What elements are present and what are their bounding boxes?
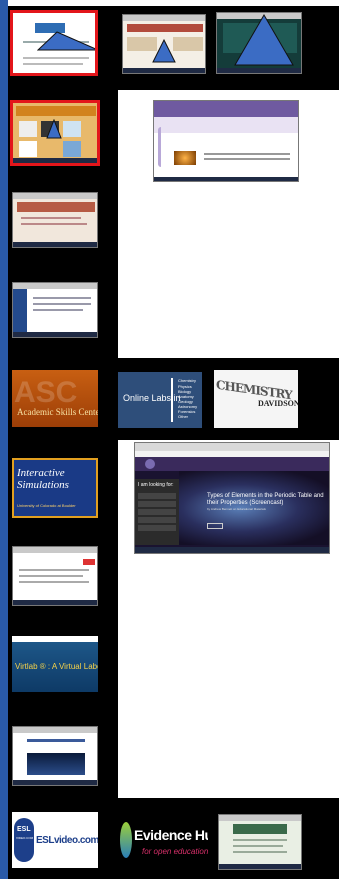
evidence-logo-icon xyxy=(120,822,132,858)
site-text-line xyxy=(33,309,83,311)
site-text-line xyxy=(23,57,89,59)
site-logo xyxy=(145,459,155,469)
online-labs-subject: Chemistry xyxy=(178,378,197,383)
browser-tabs xyxy=(135,443,329,451)
site-image xyxy=(19,141,37,157)
site-thumb-5[interactable] xyxy=(12,192,98,248)
site-sidebar xyxy=(13,289,27,333)
esl-badge-bottom: VIDEO.COM xyxy=(16,836,34,840)
sidebar-item[interactable] xyxy=(138,493,176,499)
site-text-line xyxy=(21,223,87,225)
taskbar xyxy=(154,177,298,181)
site-text-line xyxy=(27,739,85,742)
site-text-line xyxy=(173,37,203,51)
site-banner xyxy=(16,106,96,116)
site-image xyxy=(27,753,85,775)
triangle-marker-icon xyxy=(234,14,294,66)
page-header xyxy=(154,101,298,117)
taskbar xyxy=(135,547,329,553)
triangle-marker-icon xyxy=(152,39,176,63)
hero-subtitle: by Andrew Bennett on Educational Materia… xyxy=(207,507,266,511)
sidebar-heading: I am looking for: xyxy=(138,482,174,488)
interactive-title: Interactive Simulations xyxy=(17,467,69,491)
hero-button[interactable] xyxy=(207,523,223,529)
esl-label: ESLvideo.com xyxy=(36,835,98,846)
asc-label: Academic Skills Center xyxy=(17,407,98,417)
eslvideo-tile[interactable]: ESL VIDEO.COM ESLvideo.com xyxy=(12,812,98,868)
virtlab-label: Virtlab ® : A Virtual Laboratory xyxy=(15,662,98,671)
virtlab-strip xyxy=(12,636,98,642)
site-text-line xyxy=(233,839,287,841)
site-text-line xyxy=(33,297,91,299)
sidebar-item[interactable] xyxy=(138,517,176,523)
page-text-line xyxy=(204,153,290,155)
esl-badge-top: ESL xyxy=(17,826,31,833)
davidson-chemistry: CHEMISTRY xyxy=(216,377,292,403)
triangle-marker-icon xyxy=(46,119,62,139)
site-text-line xyxy=(19,575,83,577)
virtlab-tile[interactable]: Virtlab ® : A Virtual Laboratory xyxy=(12,636,98,692)
site-thumb-7[interactable] xyxy=(12,546,98,606)
online-labs-tile[interactable]: Online Labs in Chemistry Physics Biology… xyxy=(118,372,202,428)
site-text-line xyxy=(19,581,89,583)
davidson-logo-tile[interactable]: CHEMISTRY DAVIDSON xyxy=(214,370,298,428)
page-navbar xyxy=(135,457,329,471)
evidence-hub-tile[interactable]: Evidence Hub for open education xyxy=(116,812,208,868)
site-text-line xyxy=(33,303,91,305)
site-text-line xyxy=(21,217,81,219)
site-image xyxy=(63,141,81,157)
site-banner xyxy=(17,202,95,212)
page-text-line xyxy=(204,158,290,160)
page-image xyxy=(174,151,196,165)
evidence-subtitle: for open education xyxy=(142,847,208,856)
page-bracket xyxy=(158,127,164,167)
hero-title: Types of Elements in the Periodic Table … xyxy=(207,493,324,506)
site-text-line xyxy=(233,845,283,847)
page-sidebar: I am looking for: xyxy=(135,479,179,545)
online-labs-brace xyxy=(171,378,175,422)
triangle-marker-icon xyxy=(37,31,95,51)
site-image xyxy=(19,121,37,137)
interactive-simulations-tile[interactable]: Interactive Simulations University of Co… xyxy=(12,458,98,518)
site-thumb-8[interactable] xyxy=(12,726,98,786)
evidence-title: Evidence Hub xyxy=(134,827,208,843)
online-labs-subject: Other xyxy=(178,414,189,419)
site-banner xyxy=(233,824,287,834)
left-accent-bar xyxy=(0,0,8,879)
interactive-subtitle: University of Colorado at Boulder xyxy=(17,503,76,508)
davidson-name: DAVIDSON xyxy=(258,399,298,408)
web-page-screenshot[interactable] xyxy=(153,100,299,182)
asc-watermark: ASC xyxy=(14,376,78,409)
site-text-line xyxy=(23,63,83,65)
page-band xyxy=(154,117,298,133)
asc-logo-tile[interactable]: ASC Academic Skills Center xyxy=(12,370,98,427)
site-text-line xyxy=(19,569,89,571)
site-thumb-9[interactable] xyxy=(218,814,302,870)
site-banner xyxy=(127,24,203,32)
site-logo xyxy=(83,559,95,565)
site-thumb-6[interactable] xyxy=(12,282,98,338)
sidebar-item[interactable] xyxy=(138,509,176,515)
site-thumb-2[interactable] xyxy=(122,14,206,74)
site-text-line xyxy=(233,851,287,853)
site-image xyxy=(63,121,81,137)
site-thumb-1[interactable] xyxy=(10,10,98,76)
sidebar-item[interactable] xyxy=(138,525,176,531)
phet-page-screenshot[interactable]: I am looking for: Types of Elements in t… xyxy=(134,442,330,554)
sidebar-item[interactable] xyxy=(138,501,176,507)
site-thumb-4[interactable] xyxy=(10,100,100,166)
esl-badge xyxy=(14,818,34,862)
